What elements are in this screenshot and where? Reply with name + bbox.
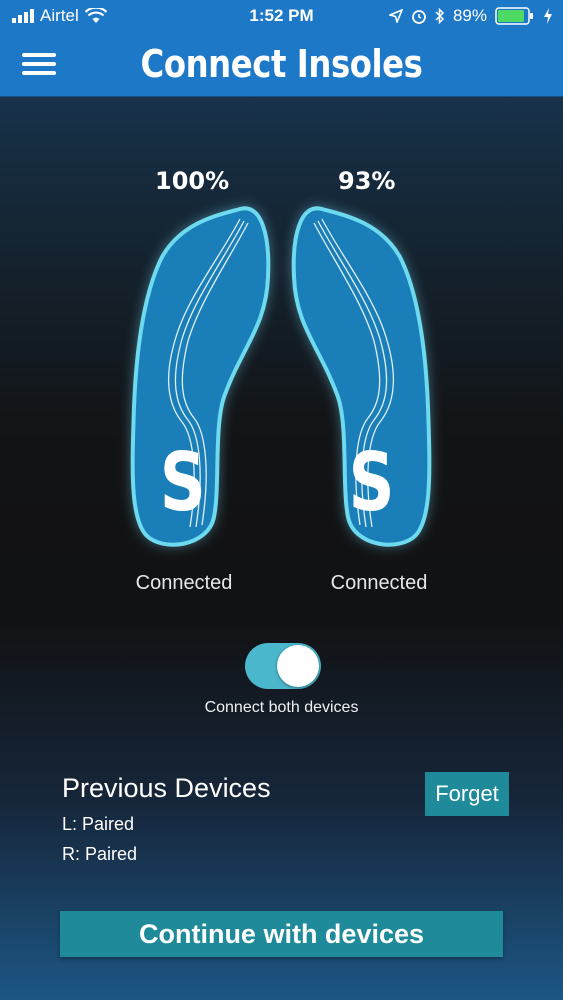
left-insole-logo: S (160, 437, 206, 530)
right-paired-status: R: Paired (62, 844, 138, 864)
alarm-icon (412, 10, 426, 24)
right-insole-icon[interactable]: S (290, 206, 440, 557)
battery-percent: 89% (452, 6, 487, 25)
right-insole-status: Connected (330, 572, 428, 594)
connect-both-toggle[interactable] (245, 643, 321, 689)
battery-icon (495, 7, 533, 25)
connect-both-label: Connect both devices (204, 699, 359, 716)
left-insole-icon[interactable]: S (122, 206, 272, 557)
nav-bar: Connect Insoles (0, 32, 563, 97)
left-insole-status: Connected (135, 572, 233, 594)
toggle-knob (277, 645, 319, 687)
continue-button[interactable]: Continue with devices (60, 911, 503, 957)
right-insole-logo: S (349, 437, 395, 530)
left-insole-battery: 100% (155, 167, 230, 195)
location-arrow-icon (388, 9, 403, 23)
left-paired-status: L: Paired (62, 814, 135, 834)
main-content: 100% 93% S S Connected Connected Connect… (0, 97, 563, 1000)
status-right: 89% (388, 6, 553, 26)
previous-devices-title: Previous Devices (62, 773, 271, 803)
page-title: Connect Insoles (140, 42, 423, 86)
right-insole-battery: 93% (338, 167, 396, 195)
charging-bolt-icon (544, 8, 552, 24)
status-bar: Airtel 1:52 PM 89% (0, 0, 563, 32)
bluetooth-icon (435, 8, 445, 24)
forget-button[interactable]: Forget (425, 772, 509, 816)
